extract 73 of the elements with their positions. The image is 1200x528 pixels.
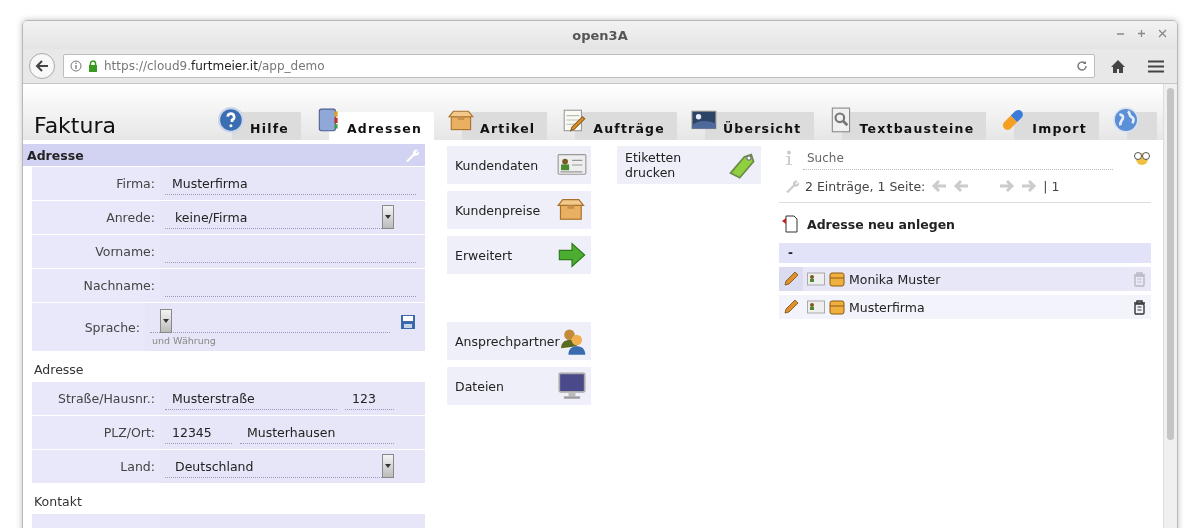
field-label: PLZ/Ort: xyxy=(102,425,156,440)
field-label: Anrede: xyxy=(105,210,156,225)
pencil-icon[interactable] xyxy=(783,271,799,287)
glasses-icon[interactable] xyxy=(1133,151,1151,165)
trash-icon[interactable] xyxy=(1132,299,1146,315)
home-icon[interactable] xyxy=(1110,58,1126,74)
new-document-icon[interactable] xyxy=(781,215,799,233)
box-icon[interactable] xyxy=(829,299,845,315)
action-button[interactable]: Ansprechpartner xyxy=(447,322,591,360)
new-address-link[interactable]: Adresse neu anlegen xyxy=(807,216,956,232)
field-label: Vorname: xyxy=(94,244,156,259)
window-title: open3A xyxy=(572,27,628,43)
save-icon[interactable] xyxy=(400,313,416,330)
box-icon[interactable] xyxy=(829,271,845,287)
action-button[interactable]: Etiketten drucken xyxy=(617,146,761,184)
caret-icon xyxy=(382,205,394,229)
close-icon[interactable] xyxy=(1158,29,1167,38)
url-text: https://cloud9.furtmeier.it/app_demo xyxy=(104,59,326,73)
field-label: Land: xyxy=(119,459,156,474)
globe-icon xyxy=(1112,107,1141,135)
list-name: Monika Muster xyxy=(849,271,942,287)
back-button[interactable] xyxy=(29,53,55,79)
form-title: Adresse xyxy=(27,147,84,163)
lock-icon xyxy=(88,60,98,72)
page-number[interactable]: | 1 xyxy=(1043,178,1060,194)
info-icon[interactable] xyxy=(70,60,82,72)
arrow-right-icon[interactable] xyxy=(1021,179,1038,193)
pencil-icon[interactable] xyxy=(783,299,799,315)
field-label: Straße/Hausnr.: xyxy=(57,391,156,406)
caret-icon xyxy=(160,309,172,333)
arrow-left-icon[interactable] xyxy=(931,179,948,193)
input-field[interactable]: 12345 xyxy=(165,421,232,444)
list-name: Musterfirma xyxy=(849,299,926,315)
maximize-icon[interactable] xyxy=(1137,29,1146,38)
wrench-icon[interactable] xyxy=(785,179,799,193)
action-button[interactable]: Kundenpreise xyxy=(447,191,591,229)
contact-card-icon[interactable] xyxy=(807,272,825,286)
address-bar[interactable]: https://cloud9.furtmeier.it/app_demo xyxy=(63,54,1095,78)
section-heading: Adresse xyxy=(33,361,85,379)
contact-card-icon[interactable] xyxy=(807,300,825,314)
scrollbar-thumb[interactable] xyxy=(1167,88,1174,440)
group-header: - xyxy=(779,243,1151,263)
dropdown[interactable]: Deutschland xyxy=(165,455,394,478)
input-field[interactable]: Musterhausen xyxy=(240,421,394,444)
paging-summary: 2 Einträge, 1 Seite: xyxy=(805,178,926,194)
section-heading: Kontakt xyxy=(33,493,83,511)
input-field[interactable]: Musterstraße xyxy=(165,387,337,410)
field-label: Nachname: xyxy=(82,278,156,293)
help-icon xyxy=(218,107,246,135)
people-icon xyxy=(559,326,587,356)
search-field[interactable]: Suche xyxy=(803,146,1113,170)
action-button[interactable]: Kundendaten xyxy=(447,146,591,184)
arrow-right-icon[interactable] xyxy=(999,179,1016,193)
info-icon xyxy=(785,150,793,166)
monitor-icon xyxy=(557,371,587,401)
input-field[interactable]: 123 xyxy=(345,387,394,410)
menu-icon[interactable] xyxy=(1148,59,1164,73)
caret-icon xyxy=(382,454,394,478)
dropdown[interactable]: keine/Firma xyxy=(165,206,394,229)
input-field[interactable]: Musterfirma xyxy=(165,172,416,195)
arrow-left-icon[interactable] xyxy=(953,179,970,193)
back-icon xyxy=(35,59,49,73)
app-title: Faktura xyxy=(34,113,117,140)
field-label: Firma: xyxy=(115,176,156,191)
list-row[interactable]: Musterfirma xyxy=(779,295,1151,319)
arrow-right-icon xyxy=(557,240,587,270)
list-row[interactable]: Monika Muster xyxy=(779,267,1151,291)
action-button[interactable]: Erweitert xyxy=(447,236,591,274)
dropdown[interactable] xyxy=(150,310,390,333)
hint-text: und Währung xyxy=(151,335,217,346)
action-button[interactable]: Dateien xyxy=(447,367,591,405)
field-label: Sprache: xyxy=(83,319,141,335)
reload-icon[interactable] xyxy=(1076,60,1088,72)
